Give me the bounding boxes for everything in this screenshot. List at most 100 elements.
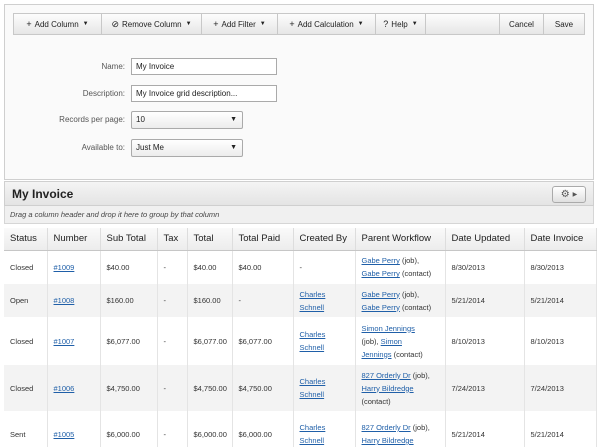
grid-header: My Invoice ⚙ ▶ xyxy=(4,181,594,206)
plus-icon: + xyxy=(26,19,32,29)
created-by-cell: Charles Schnell xyxy=(293,365,356,411)
tax-cell: - xyxy=(157,250,188,284)
column-header-total[interactable]: Total xyxy=(187,228,233,251)
subtotal-cell: $6,077.00 xyxy=(100,317,158,365)
parent-workflow-cell: Gabe Perry (job), Gabe Perry (contact) xyxy=(355,250,446,284)
created-by-link[interactable]: Charles Schnell xyxy=(300,330,326,352)
status-cell: Closed xyxy=(4,250,48,284)
workflow-link[interactable]: Harry Bildredge xyxy=(362,384,414,393)
total-paid-cell: $40.00 xyxy=(232,250,294,284)
column-header-created-by[interactable]: Created By xyxy=(293,228,356,251)
records-per-page-select[interactable]: 10 ▼ xyxy=(131,111,243,129)
date-updated-cell: 8/30/2013 xyxy=(445,250,525,284)
available-to-select[interactable]: Just Me ▼ xyxy=(131,139,243,157)
date-invoice-cell: 8/10/2013 xyxy=(524,317,597,365)
workflow-link[interactable]: Harry Bildredge xyxy=(362,436,414,445)
column-header-total-paid[interactable]: Total Paid xyxy=(232,228,294,251)
grid-settings-panel: + Add Column ▼ ⊘ Remove Column ▼ + Add F… xyxy=(4,4,594,180)
description-field[interactable]: My Invoice grid description... xyxy=(131,85,277,102)
column-header-tax[interactable]: Tax xyxy=(157,228,188,251)
workflow-text: (job), xyxy=(361,336,381,346)
workflow-link[interactable]: Gabe Perry xyxy=(362,269,400,278)
tax-cell: - xyxy=(157,317,188,365)
add-calculation-button[interactable]: + Add Calculation ▼ xyxy=(278,14,376,34)
workflow-link[interactable]: 827 Orderly Dr xyxy=(362,423,411,432)
remove-column-button[interactable]: ⊘ Remove Column ▼ xyxy=(102,14,202,34)
parent-workflow-cell: 827 Orderly Dr (job), Harry Bildredge xyxy=(355,411,446,447)
parent-workflow-cell: Gabe Perry (job), Gabe Perry (contact) xyxy=(355,284,446,317)
add-filter-button[interactable]: + Add Filter ▼ xyxy=(202,14,278,34)
caret-down-icon: ▼ xyxy=(411,21,418,27)
tax-cell: - xyxy=(157,284,188,317)
group-by-drop-zone[interactable]: Drag a column header and drop it here to… xyxy=(4,206,594,224)
total-paid-cell: $6,000.00 xyxy=(232,411,294,447)
tax-cell: - xyxy=(157,365,188,411)
help-button[interactable]: ? Help ▼ xyxy=(376,14,426,34)
name-field[interactable]: My Invoice xyxy=(131,58,277,75)
cancel-label: Cancel xyxy=(509,19,534,29)
date-invoice-cell: 5/21/2014 xyxy=(524,411,597,447)
available-to-value: Just Me xyxy=(136,143,165,152)
total-paid-cell: - xyxy=(232,284,294,317)
date-updated-cell: 7/24/2013 xyxy=(445,365,525,411)
created-by-link[interactable]: Charles Schnell xyxy=(300,290,326,312)
caret-down-icon: ▼ xyxy=(259,21,266,27)
grid-settings-button[interactable]: ⚙ ▶ xyxy=(552,186,586,203)
column-header-date-updated[interactable]: Date Updated xyxy=(445,228,525,251)
workflow-text: (contact) xyxy=(399,302,432,312)
parent-workflow-cell: Simon Jennings (job), Simon Jennings (cont… xyxy=(355,317,446,365)
created-by-link[interactable]: Charles Schnell xyxy=(300,377,326,399)
invoice-number-link[interactable]: #1008 xyxy=(54,296,75,305)
parent-workflow-cell: 827 Orderly Dr (job), Harry Bildredge (con… xyxy=(355,365,446,411)
table-header-row: Status Number Sub Total Tax Total Total … xyxy=(4,228,597,251)
invoice-table: Status Number Sub Total Tax Total Total … xyxy=(4,228,597,447)
workflow-text: (contact) xyxy=(399,269,432,279)
save-button[interactable]: Save xyxy=(544,14,584,34)
add-column-button[interactable]: + Add Column ▼ xyxy=(14,14,102,34)
gear-icon: ⚙ xyxy=(560,189,570,200)
column-header-number[interactable]: Number xyxy=(47,228,101,251)
caret-down-icon: ▼ xyxy=(230,116,237,123)
cancel-button[interactable]: Cancel xyxy=(500,14,544,34)
created-by-cell: Charles Schnell xyxy=(293,317,356,365)
date-invoice-cell: 8/30/2013 xyxy=(524,250,597,284)
workflow-link[interactable]: Gabe Perry xyxy=(362,256,400,265)
workflow-link[interactable]: Gabe Perry xyxy=(362,303,400,312)
date-updated-cell: 8/10/2013 xyxy=(445,317,525,365)
created-by-cell: Charles Schnell xyxy=(293,284,356,317)
workflow-link[interactable]: 827 Orderly Dr xyxy=(362,371,411,380)
column-header-parent-workflow[interactable]: Parent Workflow xyxy=(355,228,446,251)
no-entry-icon: ⊘ xyxy=(111,18,119,29)
add-column-label: Add Column xyxy=(34,19,79,29)
date-updated-cell: 5/21/2014 xyxy=(445,411,525,447)
plus-icon: + xyxy=(289,19,295,29)
column-header-status[interactable]: Status xyxy=(4,228,48,251)
total-paid-cell: $4,750.00 xyxy=(232,365,294,411)
subtotal-cell: $6,000.00 xyxy=(100,411,158,447)
description-row: Description: My Invoice grid description… xyxy=(5,85,305,103)
status-cell: Closed xyxy=(4,317,48,365)
number-cell: #1005 xyxy=(47,411,101,447)
workflow-link[interactable]: Jennings xyxy=(362,350,392,359)
total-cell: $160.00 xyxy=(187,284,233,317)
workflow-link[interactable]: Simon xyxy=(381,337,402,346)
caret-down-icon: ▼ xyxy=(82,21,89,27)
invoice-number-link[interactable]: #1005 xyxy=(54,430,75,439)
column-header-sub-total[interactable]: Sub Total xyxy=(100,228,158,251)
description-label: Description: xyxy=(82,89,125,98)
workflow-link[interactable]: Simon Jennings xyxy=(362,324,415,333)
subtotal-cell: $40.00 xyxy=(100,250,158,284)
tax-cell: - xyxy=(157,411,188,447)
created-by-link[interactable]: Charles Schnell xyxy=(300,423,326,445)
column-header-date-invoice[interactable]: Date Invoice xyxy=(524,228,597,251)
available-to-label: Available to: xyxy=(81,143,125,152)
caret-down-icon: ▼ xyxy=(230,144,237,151)
workflow-text: (contact) xyxy=(391,349,423,359)
invoice-number-link[interactable]: #1006 xyxy=(54,384,75,393)
workflow-text: (job), xyxy=(399,256,420,266)
invoice-number-link[interactable]: #1007 xyxy=(54,337,75,346)
subtotal-cell: $4,750.00 xyxy=(100,365,158,411)
workflow-link[interactable]: Gabe Perry xyxy=(362,290,400,299)
invoice-number-link[interactable]: #1009 xyxy=(54,263,75,272)
table-row: Closed #1009 $40.00 - $40.00 $40.00 - Ga… xyxy=(4,250,597,284)
